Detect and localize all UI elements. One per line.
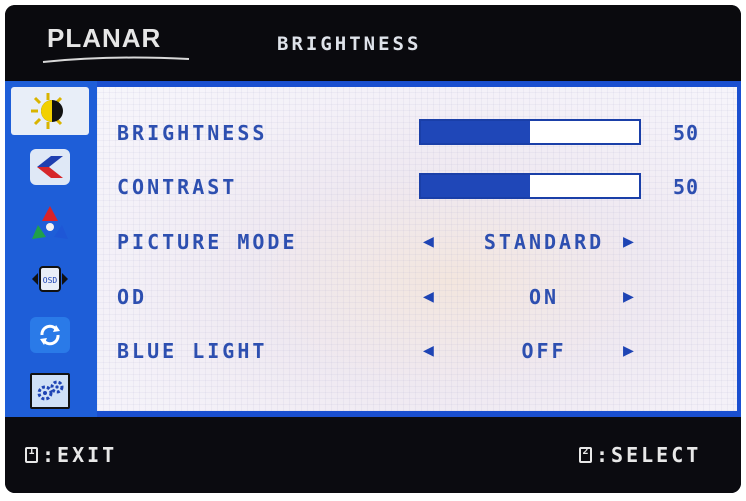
osd-window: PLANAR BRIGHTNESS OSD BRIGHTNESS 50 CONT…: [5, 5, 741, 493]
category-color[interactable]: [11, 199, 89, 247]
settings-panel: BRIGHTNESS 50 CONTRAST 50 PICTURE MODE ◀…: [97, 87, 737, 411]
select-key-number: 2: [582, 446, 589, 457]
brightness-slider-fill: [421, 121, 530, 143]
setup-icon: [30, 373, 70, 409]
select-hint[interactable]: 2 :SELECT: [579, 443, 701, 467]
category-brightness[interactable]: [11, 87, 89, 135]
blue-light-right-arrow-icon[interactable]: ▶: [623, 342, 634, 360]
od-left-arrow-icon[interactable]: ◀: [423, 288, 434, 306]
svg-text:OSD: OSD: [43, 276, 58, 285]
od-value: ON: [528, 285, 560, 309]
picture-mode-left-arrow-icon[interactable]: ◀: [423, 233, 434, 251]
exit-label: :EXIT: [42, 443, 118, 467]
blue-light-label: BLUE LIGHT: [117, 339, 268, 363]
picture-mode-value: STANDARD: [483, 230, 605, 254]
blue-light-left-arrow-icon[interactable]: ◀: [423, 342, 434, 360]
planar-logo: PLANAR: [47, 23, 162, 53]
button-2-icon: 2: [579, 446, 592, 463]
category-setup[interactable]: [11, 367, 89, 415]
osd-header: PLANAR BRIGHTNESS: [5, 5, 741, 81]
brightness-icon: [31, 93, 63, 129]
osd-settings-icon: OSD: [32, 266, 68, 292]
exit-hint[interactable]: 1 :EXIT: [25, 443, 117, 467]
menu-title: BRIGHTNESS: [277, 33, 422, 55]
brightness-value: 50: [673, 121, 700, 145]
brightness-label: BRIGHTNESS: [117, 121, 268, 145]
od-right-arrow-icon[interactable]: ▶: [623, 288, 634, 306]
category-image[interactable]: [11, 143, 89, 191]
contrast-label: CONTRAST: [117, 175, 238, 199]
image-settings-icon: [30, 149, 70, 185]
picture-mode-right-arrow-icon[interactable]: ▶: [623, 233, 634, 251]
category-osd[interactable]: OSD: [11, 255, 89, 303]
category-sidebar: OSD: [5, 81, 97, 417]
button-1-icon: 1: [25, 446, 38, 463]
category-reset[interactable]: [11, 311, 89, 359]
exit-key-number: 1: [28, 446, 35, 457]
blue-light-value: OFF: [521, 339, 567, 363]
contrast-slider[interactable]: [419, 173, 641, 199]
reset-icon: [30, 317, 70, 353]
color-icon: [32, 206, 68, 239]
contrast-value: 50: [673, 175, 700, 199]
od-label: OD: [117, 285, 148, 309]
brightness-slider[interactable]: [419, 119, 641, 145]
contrast-slider-fill: [421, 175, 530, 197]
select-label: :SELECT: [596, 443, 702, 467]
osd-footer: 1 :EXIT 2 :SELECT: [5, 417, 741, 493]
picture-mode-label: PICTURE MODE: [117, 230, 298, 254]
logo-swoosh-icon: [42, 56, 190, 63]
